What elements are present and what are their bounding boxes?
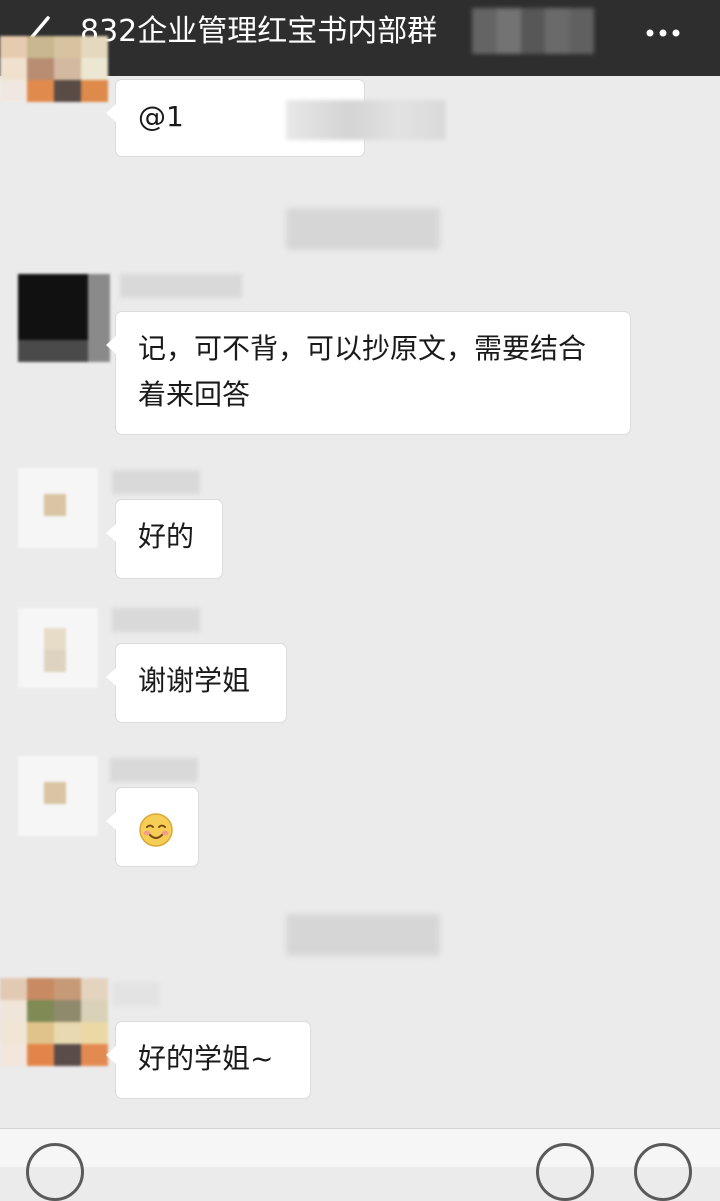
message-text: 谢谢学姐 [138, 664, 251, 697]
avatar[interactable] [18, 468, 98, 548]
message-bubble[interactable]: @1 [106, 80, 446, 156]
chat-title: 832企业管理红宝书内部群 [80, 14, 438, 49]
message-bubble[interactable]: 好的学姐~ [106, 1022, 310, 1098]
system-time-redaction [286, 208, 440, 250]
avatar[interactable] [0, 978, 110, 1068]
system-time-redaction [286, 914, 440, 956]
avatar[interactable] [18, 274, 110, 362]
sender-name-redaction [110, 758, 198, 782]
smiley-icon [139, 813, 173, 847]
message-text: 好的学姐~ [138, 1042, 274, 1075]
emoji-button-icon[interactable] [536, 1143, 594, 1201]
message-text: @1 [138, 100, 184, 133]
message-bubble[interactable]: 记，可不背，可以抄原文，需要结合着来回答 [106, 312, 630, 434]
sender-name-redaction [112, 470, 200, 494]
plus-icon[interactable] [634, 1143, 692, 1201]
input-bar [0, 1128, 720, 1201]
avatar[interactable] [18, 756, 98, 836]
more-options-icon[interactable] [640, 20, 690, 46]
sender-name-redaction [112, 982, 160, 1006]
mention-redaction [286, 100, 446, 140]
message-bubble[interactable]: 好的 [106, 500, 222, 578]
voice-toggle-icon[interactable] [26, 1143, 84, 1201]
message-text: 好的 [138, 520, 195, 553]
avatar[interactable] [0, 36, 110, 120]
title-redaction [472, 8, 594, 54]
message-bubble[interactable]: 谢谢学姐 [106, 644, 286, 722]
avatar[interactable] [18, 608, 98, 688]
message-text: 记，可不背，可以抄原文，需要结合着来回答 [138, 332, 587, 411]
message-bubble[interactable] [106, 788, 198, 866]
sender-name-redaction [120, 274, 242, 298]
message-list[interactable]: @1 记，可不背，可以抄原文，需要结合着来回答 好的 谢谢学姐 好的学姐~ [0, 36, 720, 1128]
sender-name-redaction [112, 608, 200, 632]
